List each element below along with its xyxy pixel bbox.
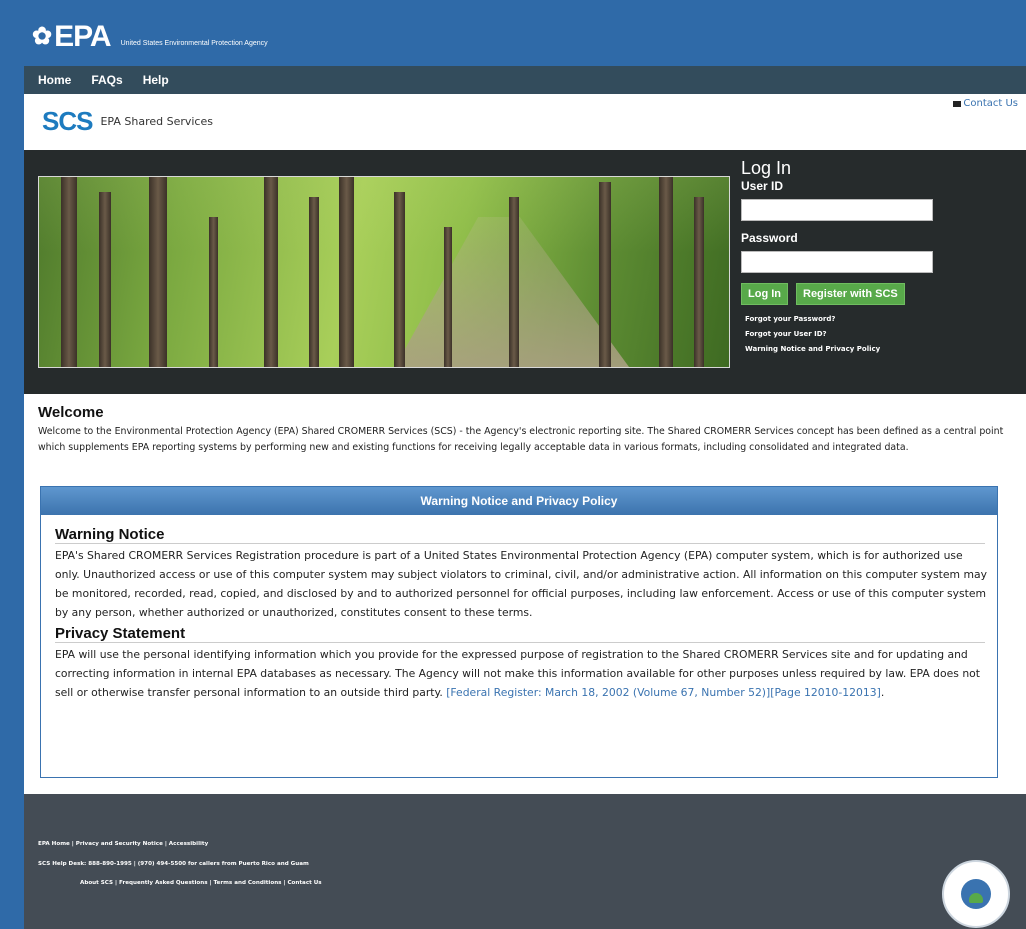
footer-help-desk: SCS Help Desk: 888-890-1995 | (970) 494-… (38, 861, 309, 867)
warning-notice-title: Warning Notice (55, 527, 985, 544)
login-button[interactable]: Log In (741, 283, 788, 305)
scs-logo[interactable]: SCS EPA Shared Services (42, 106, 213, 137)
hero-section: Log In User ID Password Log In Register … (24, 150, 1026, 394)
warning-privacy-header: Warning Notice and Privacy Policy (41, 487, 997, 515)
forest-path-shape (395, 217, 629, 367)
tree-trunk (264, 177, 278, 367)
top-nav: Home FAQs Help (24, 66, 1026, 94)
register-button[interactable]: Register with SCS (796, 283, 905, 305)
tree-trunk (659, 177, 673, 367)
forest-path-image (38, 176, 730, 368)
password-label: Password (741, 231, 798, 245)
tree-trunk (339, 177, 354, 367)
privacy-statement-title: Privacy Statement (55, 626, 985, 643)
welcome-text: Welcome to the Environmental Protection … (38, 426, 1004, 453)
nav-home-link[interactable]: Home (38, 73, 71, 87)
main-content: Welcome Welcome to the Environmental Pro… (24, 394, 1026, 794)
privacy-statement-end: . (880, 686, 885, 699)
epa-logo[interactable]: ✿ EPA United States Environmental Protect… (32, 22, 268, 52)
mail-icon (953, 100, 962, 107)
forgot-user-id-link[interactable]: Forgot your User ID? (745, 330, 933, 338)
scs-header: SCS EPA Shared Services Contact Us (24, 94, 1026, 150)
forgot-password-link[interactable]: Forgot your Password? (745, 315, 933, 323)
password-input[interactable] (741, 251, 933, 273)
epa-logo-mark: EPA (54, 20, 111, 53)
tree-trunk (509, 197, 519, 367)
warning-notice-text: EPA's Shared CROMERR Services Registrati… (55, 549, 988, 619)
warning-notice-link[interactable]: Warning Notice and Privacy Policy (745, 345, 933, 353)
contact-us-label: Contact Us (963, 98, 1018, 109)
epa-agency-name: United States Environmental Protection A… (120, 40, 268, 47)
tree-trunk (444, 227, 452, 367)
login-panel: Log In User ID Password Log In Register … (741, 158, 933, 360)
epa-flower-icon: ✿ (32, 23, 52, 50)
tree-trunk (61, 177, 77, 367)
nav-faqs-link[interactable]: FAQs (91, 73, 122, 87)
tree-trunk (394, 192, 405, 367)
scs-logo-mark: SCS (42, 106, 93, 136)
tree-trunk (309, 197, 319, 367)
privacy-statement-text: EPA will use the personal identifying in… (55, 645, 989, 702)
scs-site-name: EPA Shared Services (100, 115, 213, 128)
tree-trunk (209, 217, 218, 367)
tree-trunk (149, 177, 167, 367)
login-title: Log In (741, 158, 792, 178)
user-id-input[interactable] (741, 199, 933, 221)
footer-links-1[interactable]: EPA Home | Privacy and Security Notice |… (38, 841, 208, 847)
tree-trunk (99, 192, 111, 367)
nav-help-link[interactable]: Help (143, 73, 169, 87)
user-id-label: User ID (741, 179, 784, 193)
epa-seal-icon (942, 860, 1010, 928)
welcome-title: Welcome (38, 404, 104, 421)
warning-privacy-box: Warning Notice and Privacy Policy Warnin… (40, 486, 998, 778)
footer: EPA Home | Privacy and Security Notice |… (24, 794, 1026, 929)
federal-register-link[interactable]: [Federal Register: March 18, 2002 (Volum… (446, 686, 881, 699)
footer-links-2[interactable]: About SCS | Frequently Asked Questions |… (80, 880, 322, 886)
tree-trunk (694, 197, 704, 367)
epa-banner: ✿ EPA United States Environmental Protect… (24, 0, 1026, 66)
contact-us-link[interactable]: Contact Us (953, 98, 1018, 109)
tree-trunk (599, 182, 611, 367)
